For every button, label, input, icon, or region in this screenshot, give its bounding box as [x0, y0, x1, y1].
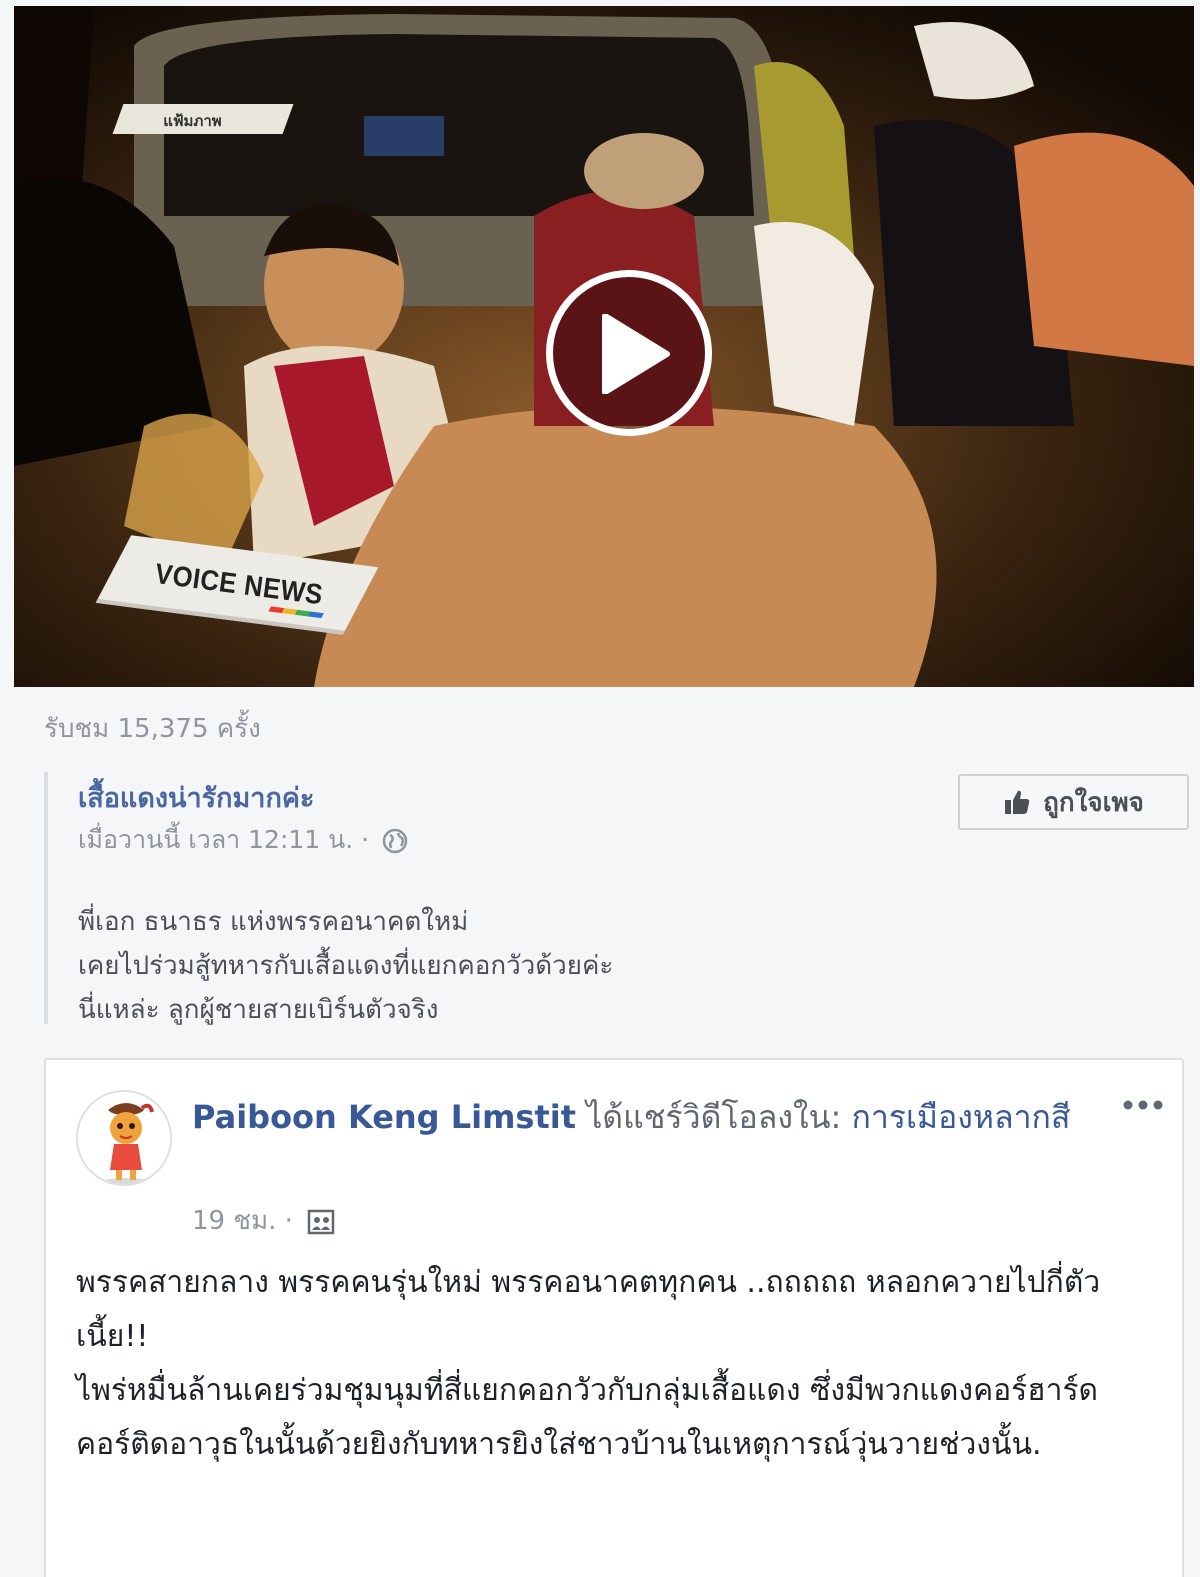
shared-post-timestamp[interactable]: 19 ชม. ·: [192, 1200, 335, 1241]
post-body-text: พรรคสายกลาง พรรคคนรุ่นใหม่ พรรคอนาคตทุกค…: [76, 1265, 1101, 1462]
avatar-image: [78, 1092, 170, 1184]
post-time-text: เมื่อวานนี้ เวลา 12:11 น. ·: [78, 825, 370, 854]
play-button[interactable]: [546, 270, 712, 436]
video-overlay-text: แฟ้มภาพ: [163, 112, 222, 130]
quote-text: พี่เอก ธนาธร แห่งพรรคอนาคตใหม่ เคยไปร่วม…: [78, 900, 613, 1032]
view-count: รับชม 15,375 ครั้ง: [44, 714, 261, 744]
group-link[interactable]: การเมืองหลากสี: [851, 1098, 1070, 1136]
more-options-button[interactable]: [1120, 1090, 1166, 1120]
globe-icon: [382, 828, 408, 854]
thumbs-up-icon: [1005, 790, 1030, 814]
post-timestamp[interactable]: เมื่อวานนี้ เวลา 12:11 น. ·: [78, 820, 409, 860]
group-icon: [307, 1209, 335, 1234]
video-overlay-label: แฟ้มภาพ: [112, 104, 294, 134]
like-page-label: ถูกใจเพจ: [1043, 787, 1144, 818]
shared-post-card: Paiboon Keng Limstit ได้แชร์วิดีโอลงใน: …: [44, 1058, 1184, 1577]
share-action-text: ได้แชร์วิดีโอลงใน:: [576, 1098, 852, 1136]
video-player[interactable]: แฟ้มภาพ VOICE NEWS: [14, 6, 1194, 687]
avatar[interactable]: [76, 1090, 172, 1186]
more-icon: [1123, 1100, 1163, 1110]
quote-line: พี่เอก ธนาธร แห่งพรรคอนาคตใหม่: [78, 907, 469, 937]
shared-time-text: 19 ชม. ·: [192, 1206, 293, 1236]
quote-line: นี่แหล่ะ ลูกผู้ชายสายเบิร์นตัวจริง: [78, 995, 439, 1025]
author-link[interactable]: Paiboon Keng Limstit: [192, 1098, 576, 1136]
channel-logo-text: VOICE NEWS: [153, 557, 325, 611]
quote-line: เคยไปร่วมสู้ทหารกับเสื้อแดงที่แยกคอกวัวด…: [78, 951, 614, 981]
page: แฟ้มภาพ VOICE NEWS รับชม 15,375 ครั้ง เส…: [0, 0, 1200, 1577]
page-name-link[interactable]: เสื้อแดงน่ารักมากค่ะ: [78, 776, 314, 819]
post-header: Paiboon Keng Limstit ได้แชร์วิดีโอลงใน: …: [192, 1090, 1072, 1144]
post-quote: เสื้อแดงน่ารักมากค่ะ เมื่อวานนี้ เวลา 12…: [44, 772, 1190, 1025]
like-page-button[interactable]: ถูกใจเพจ: [958, 774, 1189, 830]
play-icon: [602, 314, 670, 394]
